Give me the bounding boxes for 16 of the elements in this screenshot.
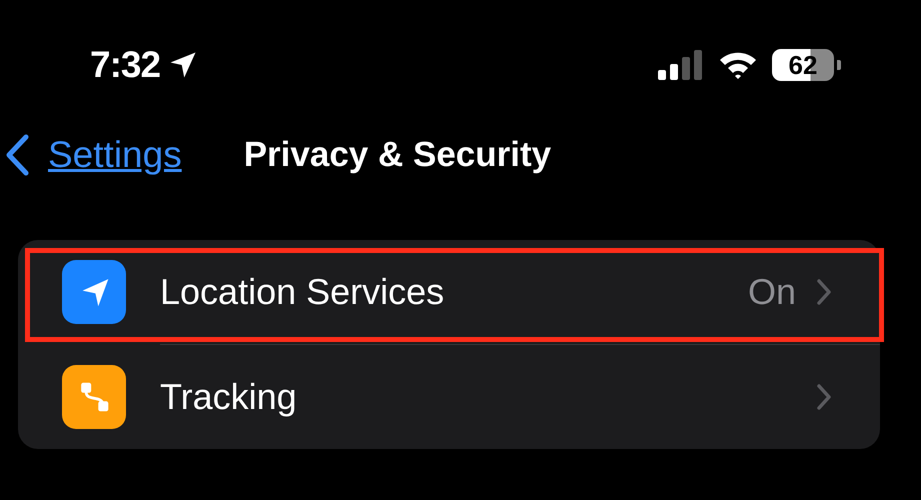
- path-nodes-icon: [62, 365, 126, 429]
- status-time: 7:32: [90, 44, 160, 86]
- chevron-icon: [816, 383, 832, 411]
- wifi-icon: [718, 50, 758, 80]
- signal-icon: [658, 50, 704, 80]
- row-label: Tracking: [160, 376, 298, 418]
- settings-row[interactable]: Tracking: [18, 345, 880, 449]
- battery-percent: 62: [788, 50, 818, 80]
- settings-row[interactable]: Location Services On: [18, 240, 880, 344]
- row-value: On: [748, 271, 796, 313]
- back-chevron-icon[interactable]: [4, 134, 30, 176]
- chevron-icon: [816, 278, 832, 306]
- back-link[interactable]: Settings: [48, 134, 182, 176]
- page-title: Privacy & Security: [244, 135, 552, 175]
- row-label: Location Services: [160, 271, 446, 313]
- location-arrow-icon: [168, 50, 198, 80]
